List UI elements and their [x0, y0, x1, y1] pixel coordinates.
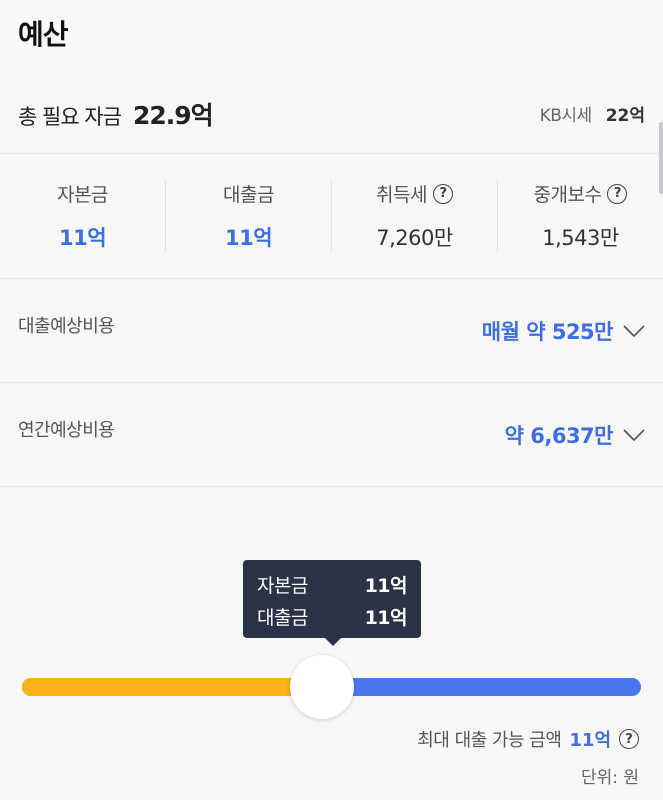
- kb-price-label: KB시세: [539, 106, 593, 126]
- stat-acquisition-tax-value: 7,260만: [376, 226, 453, 250]
- stat-capital-label: 자본금: [57, 184, 108, 206]
- unit-label: 단위: 원: [580, 768, 639, 788]
- stat-brokerage-fee-value: 1,543만: [542, 226, 619, 250]
- stat-capital: 자본금 11억: [0, 180, 166, 252]
- budget-breakdown: 자본금 11억 대출금 11억 취득세 ? 7,260만 중개보수 ? 1,54…: [0, 154, 663, 279]
- help-icon[interactable]: ?: [619, 729, 639, 749]
- max-loan-value: 11억: [569, 730, 611, 751]
- slider-capital-fill: [22, 678, 322, 696]
- max-loan-label: 최대 대출 가능 금액: [417, 730, 562, 751]
- max-loan-row: 최대 대출 가능 금액 11억 ?: [417, 726, 639, 752]
- stat-acquisition-tax: 취득세 ? 7,260만: [332, 180, 498, 252]
- loan-cost-row[interactable]: 대출예상비용 매월 약 525만: [0, 279, 663, 383]
- tooltip-capital-value: 11억: [364, 574, 408, 597]
- tooltip-capital-label: 자본금: [257, 574, 308, 597]
- tooltip-loan-value: 11억: [364, 606, 408, 629]
- page-header: 예산: [0, 0, 663, 74]
- stat-loan-label: 대출금: [223, 184, 274, 206]
- stat-acquisition-tax-label: 취득세: [376, 184, 427, 206]
- chevron-down-icon[interactable]: [623, 428, 645, 442]
- stat-capital-value: 11억: [58, 226, 107, 250]
- stat-loan: 대출금 11억: [166, 180, 332, 252]
- annual-cost-row[interactable]: 연간예상비용 약 6,637만: [0, 383, 663, 487]
- slider-tooltip: 자본금 11억 대출금 11억: [243, 560, 421, 646]
- annual-cost-label: 연간예상비용: [18, 419, 115, 441]
- funding-slider-area: 자본금 11억 대출금 11억 최대 대출 가능 금액 11억 ? 단위: 원: [0, 560, 663, 800]
- slider-thumb[interactable]: [289, 655, 354, 719]
- total-funds-label: 총 필요 자금: [18, 104, 122, 129]
- help-icon[interactable]: ?: [607, 183, 628, 204]
- annual-cost-value: 약 6,637만: [504, 423, 614, 448]
- loan-cost-value: 매월 약 525만: [481, 319, 614, 344]
- stat-brokerage-fee-label: 중개보수: [533, 184, 602, 206]
- help-icon[interactable]: ?: [432, 183, 453, 204]
- loan-cost-label: 대출예상비용: [18, 315, 115, 337]
- chevron-down-icon[interactable]: [623, 324, 645, 338]
- total-funds-row: 총 필요 자금 22.9억 KB시세 22억: [0, 74, 663, 154]
- kb-price-value: 22억: [605, 106, 645, 126]
- page-title: 예산: [18, 18, 69, 51]
- stat-loan-value: 11억: [224, 226, 273, 250]
- stat-brokerage-fee: 중개보수 ? 1,543만: [498, 180, 663, 252]
- tooltip-loan-label: 대출금: [257, 606, 308, 629]
- total-funds-value: 22.9억: [132, 100, 214, 130]
- scrollbar[interactable]: [659, 122, 663, 194]
